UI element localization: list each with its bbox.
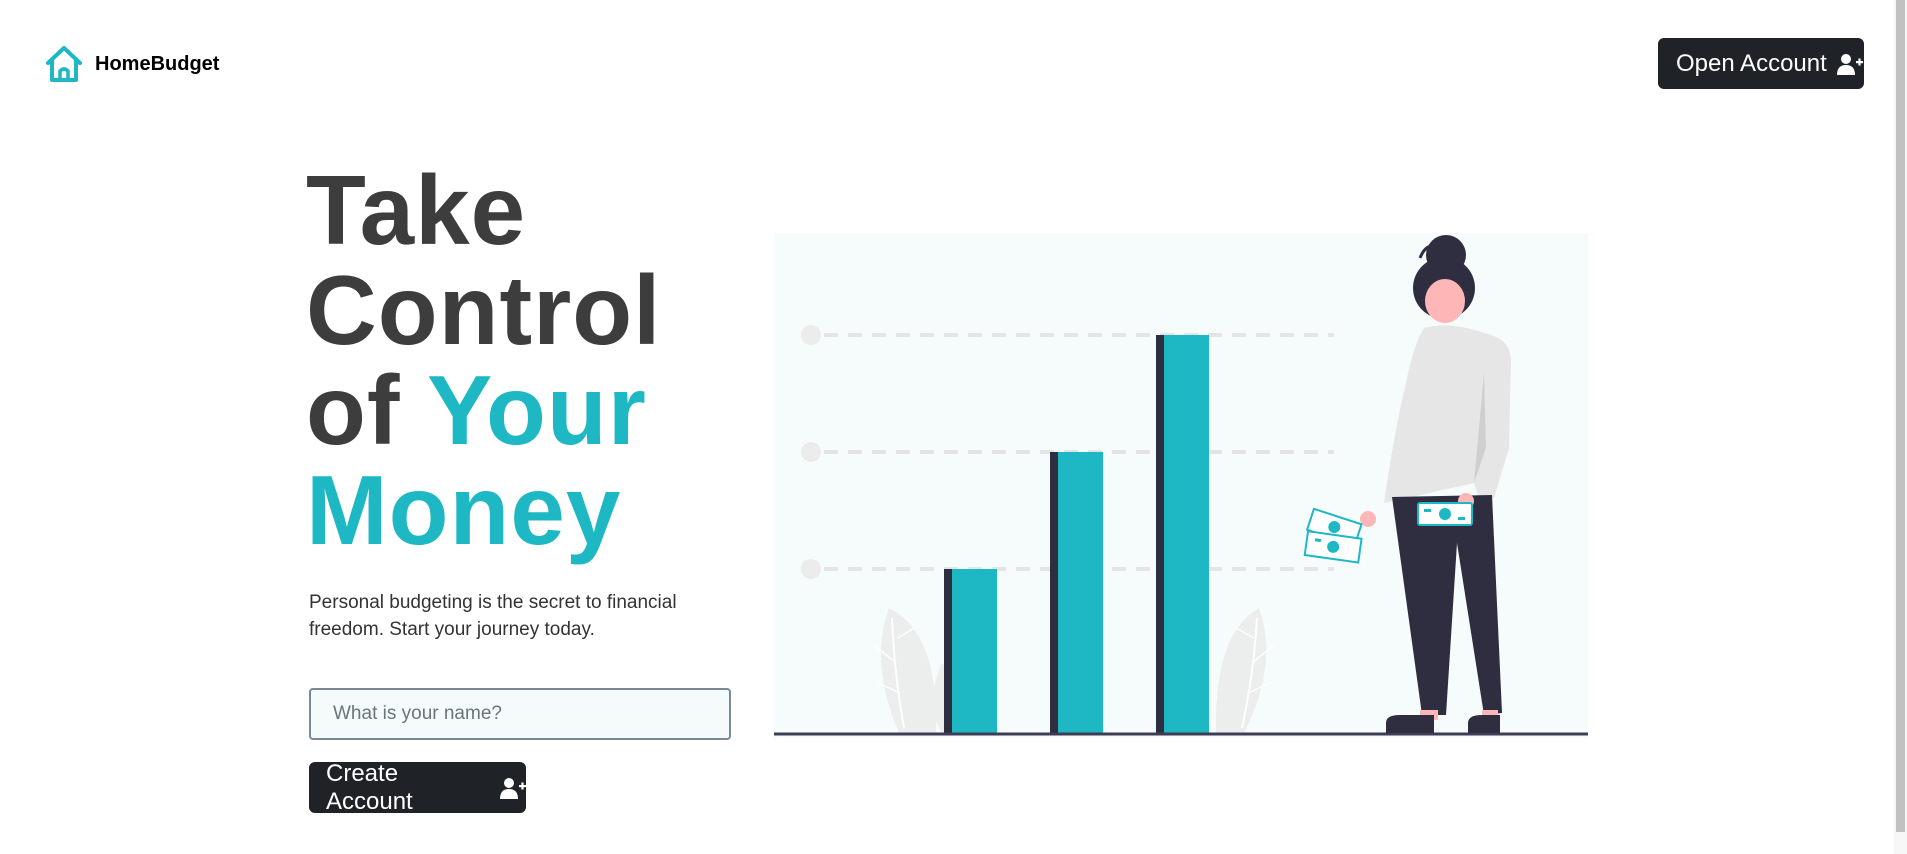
home-icon <box>46 46 82 82</box>
user-plus-icon <box>500 777 526 799</box>
hero-illustration <box>774 233 1588 738</box>
hero-subtitle: Personal budgeting is the secret to fina… <box>309 592 677 640</box>
hero-title-your: Your <box>426 355 647 465</box>
create-account-label: Create Account <box>326 759 413 815</box>
name-input[interactable] <box>309 688 731 740</box>
hero-title-line-2: Control <box>306 255 662 365</box>
brand-link[interactable]: HomeBudget <box>44 44 219 84</box>
bar-3 <box>1156 335 1209 735</box>
open-account-button[interactable]: Open Account <box>1658 38 1864 89</box>
scrollbar-thumb[interactable] <box>1896 0 1905 832</box>
page: HomeBudget Open Account Take Control of … <box>0 0 1907 854</box>
hero-title-line-3: of Your <box>306 360 661 460</box>
hero-title: Take Control of Your Money <box>306 160 661 560</box>
user-plus-icon <box>1836 53 1863 75</box>
page-scrollbar[interactable] <box>1894 0 1907 854</box>
hero-title-of: of <box>306 355 401 465</box>
brand-name: HomeBudget <box>95 52 220 75</box>
open-account-label: Open Account <box>1676 49 1827 77</box>
bar-2 <box>1050 452 1103 735</box>
hero-title-money: Money <box>306 455 622 565</box>
hero-title-line-1: Take <box>306 155 527 265</box>
create-account-button[interactable]: Create Account <box>309 759 526 815</box>
bar-1 <box>944 569 997 735</box>
